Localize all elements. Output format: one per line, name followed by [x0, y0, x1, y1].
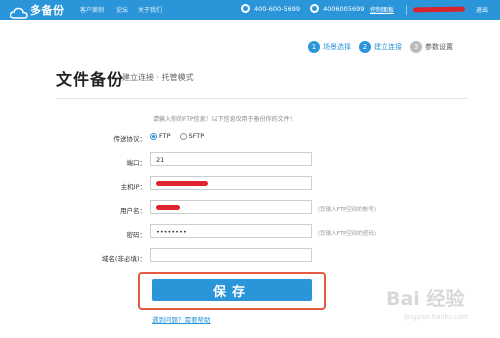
domain-label: 域名(非必填)： — [101, 255, 146, 263]
step-number: 2 — [359, 41, 371, 53]
radio-label: FTP — [159, 132, 171, 140]
protocol-radio-group: FTP SFTP — [150, 132, 213, 140]
logo-text: 多备份 — [30, 4, 65, 17]
step-scene-select: 1 场景选择 — [308, 41, 351, 53]
page-subtitle: 建立连接 · 托管模式 — [122, 73, 194, 82]
form-hint: 请输入你的FTP信息！以下信息仅用于备份你的文件！ — [153, 116, 296, 123]
domain-field[interactable] — [150, 248, 312, 262]
protocol-label: 传送协议： — [113, 135, 147, 143]
radio-button[interactable] — [179, 132, 187, 140]
host-label: 主机IP： — [120, 183, 146, 191]
watermark-text: Bai 经验 — [386, 288, 465, 310]
phone-hotline-1: 400-600-5699 — [241, 4, 300, 13]
page-title: 文件备份 — [56, 70, 125, 89]
password-field[interactable]: •••••••• — [150, 224, 312, 238]
phone-icon — [241, 4, 250, 13]
phone-icon — [310, 4, 319, 13]
baidu-jingyan-watermark: Bai 经验 jingyan.baidu.com — [386, 284, 494, 332]
step-params: 3 参数设置 — [410, 41, 453, 53]
protocol-option-sftp[interactable]: SFTP — [179, 132, 205, 140]
step-label: 场景选择 — [323, 43, 351, 51]
nav-customer-cases[interactable]: 客户案例 — [80, 5, 104, 14]
top-navigation-bar: 多备份 客户案例 论坛 关于我们 400-600-5699 4006005699… — [0, 0, 500, 20]
watermark-subtext: jingyan.baidu.com — [404, 313, 469, 321]
step-connect: 2 建立连接 — [359, 41, 402, 53]
step-label: 建立连接 — [374, 43, 402, 51]
divider — [406, 5, 407, 15]
phone-number-1: 400-600-5699 — [254, 4, 301, 13]
step-number: 1 — [308, 41, 320, 53]
password-hint: (您输入FTP空间的密码) — [318, 231, 377, 237]
step-indicator: 1 场景选择 2 建立连接 3 参数设置 — [308, 41, 461, 53]
save-button[interactable]: 保存 — [152, 279, 312, 301]
redacted-username — [412, 6, 466, 13]
nav-about-us[interactable]: 关于我们 — [138, 5, 162, 14]
radio-button[interactable] — [150, 132, 157, 140]
logo[interactable]: 多备份 — [9, 2, 65, 19]
nav-forum[interactable]: 论坛 — [116, 5, 128, 14]
help-link[interactable]: 遇到问题？需要帮助 — [152, 314, 211, 324]
phone-number-2: 4006005699 — [323, 4, 365, 13]
step-number: 3 — [410, 41, 422, 53]
cloud-logo-icon — [9, 4, 28, 19]
username-label: 用户名： — [120, 207, 146, 215]
redacted-username-value — [156, 205, 180, 210]
port-field[interactable]: 21 — [150, 152, 312, 166]
password-label: 密码： — [126, 231, 147, 239]
username-hint: (您输入FTP空间的帐号) — [318, 207, 377, 213]
port-label: 端口： — [126, 159, 147, 167]
console-link[interactable]: 控制面板 — [370, 5, 394, 14]
step-label: 参数设置 — [425, 43, 453, 51]
redacted-host — [156, 181, 208, 186]
logout-link[interactable]: 退出 — [476, 5, 488, 14]
divider — [56, 98, 468, 99]
radio-label: SFTP — [188, 132, 205, 140]
protocol-option-ftp[interactable]: FTP — [150, 132, 171, 140]
phone-hotline-2: 4006005699 — [310, 4, 364, 13]
